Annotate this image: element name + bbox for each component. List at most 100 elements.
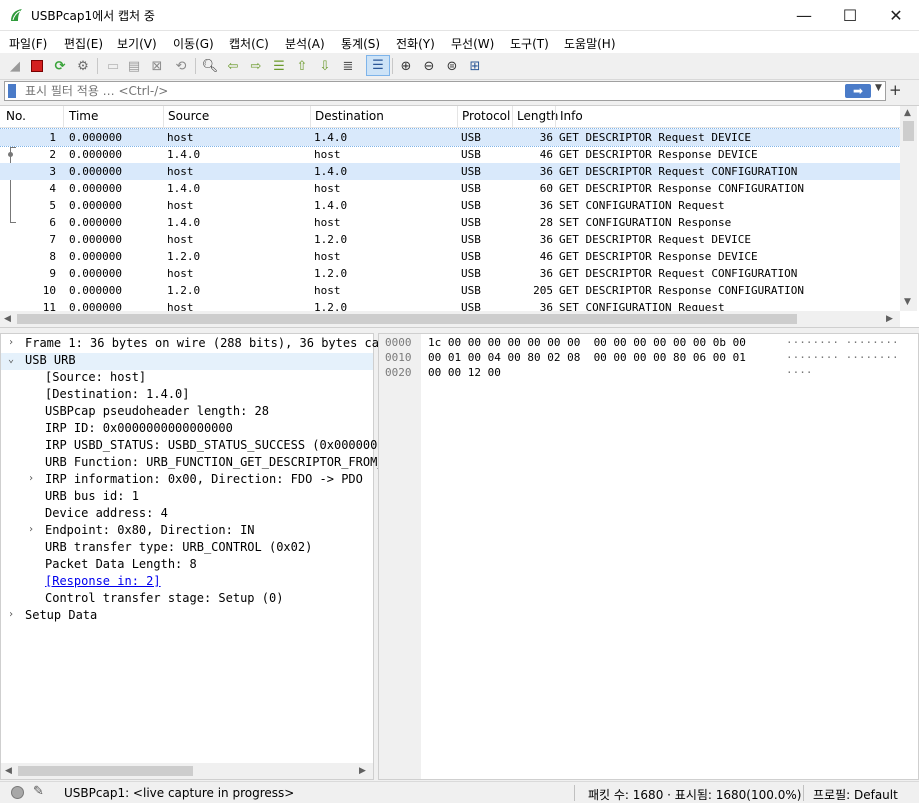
column-header-no[interactable]: No. <box>6 109 26 123</box>
menu-tools[interactable]: 도구(T) <box>510 35 549 52</box>
scroll-down-icon[interactable]: ▼ <box>904 297 911 307</box>
zoom-normal-icon[interactable]: ⊜ <box>443 57 461 75</box>
save-file-icon[interactable]: ▤ <box>125 57 143 75</box>
filter-history-dropdown-icon[interactable]: ▼ <box>875 83 882 93</box>
resize-columns-icon[interactable]: ⊞ <box>466 57 484 75</box>
detail-tree-item[interactable]: [Source: host] <box>1 370 373 387</box>
menu-wireless[interactable]: 무선(W) <box>451 35 494 52</box>
detail-tree-item[interactable]: › Setup Data <box>1 608 373 625</box>
collapse-chevron-icon[interactable]: ⌄ <box>8 354 14 365</box>
packet-row[interactable]: 9 0.000000 host 1.2.0 USB 36 GET DESCRIPTOR Re… <box>0 265 900 282</box>
column-header-length[interactable]: Length <box>517 109 558 123</box>
scroll-thumb[interactable] <box>903 121 914 141</box>
menu-file[interactable]: 파일(F) <box>9 35 47 52</box>
detail-tree-item[interactable]: URB Function: URB_FUNCTION_GET_DESCRIPTO… <box>1 455 385 472</box>
detail-tree-item[interactable]: › IRP information: 0x00, Direction: FDO -… <box>1 472 373 489</box>
go-first-packet-icon[interactable]: ⇧ <box>293 57 311 75</box>
column-header-time[interactable]: Time <box>69 109 98 123</box>
packet-row[interactable]: 4 0.000000 1.4.0 host USB 60 GET DESCRIPTOR Re… <box>0 180 900 197</box>
packet-row[interactable]: 3 0.000000 host 1.4.0 USB 36 GET DESCRIPTOR Re… <box>0 163 900 180</box>
stop-capture-icon[interactable] <box>28 57 46 75</box>
zoom-out-icon[interactable]: ⊖ <box>420 57 438 75</box>
menu-telephony[interactable]: 전화(Y) <box>396 35 435 52</box>
hex-bytes[interactable]: 1c 00 00 00 00 00 00 00 00 00 00 00 00 0… <box>428 336 746 349</box>
detail-tree-item[interactable]: URB bus id: 1 <box>1 489 373 506</box>
hex-ascii[interactable]: ········ ········ <box>786 336 899 349</box>
detail-tree-item[interactable]: [Response in: 2] <box>1 574 373 591</box>
menu-analyze[interactable]: 분석(A) <box>285 35 325 52</box>
hex-ascii[interactable]: ········ ········ <box>786 351 899 364</box>
hex-bytes[interactable]: 00 00 12 00 <box>428 366 501 379</box>
go-back-icon[interactable]: ⇦ <box>224 57 242 75</box>
hex-bytes[interactable]: 00 01 00 04 00 80 02 08 00 00 00 00 80 0… <box>428 351 746 364</box>
display-filter-input[interactable] <box>25 83 825 99</box>
bookmark-icon[interactable] <box>8 84 16 98</box>
scroll-right-icon[interactable]: ▶ <box>886 314 893 324</box>
detail-tree-item[interactable]: IRP ID: 0x0000000000000000 <box>1 421 373 438</box>
start-capture-icon[interactable]: ◢ <box>6 57 24 75</box>
maximize-button[interactable]: ☐ <box>827 0 873 31</box>
minimize-button[interactable]: — <box>781 0 827 31</box>
detail-tree-item[interactable]: Control transfer stage: Setup (0) <box>1 591 373 608</box>
column-header-destination[interactable]: Destination <box>315 109 384 123</box>
detail-link[interactable]: [Response in: 2] <box>45 574 161 588</box>
packet-row[interactable]: 10 0.000000 1.2.0 host USB 205 GET DESCRIPTOR … <box>0 282 900 299</box>
detail-tree-item[interactable]: › Endpoint: 0x80, Direction: IN <box>1 523 373 540</box>
capture-comment-icon[interactable]: ✎ <box>33 784 44 799</box>
packet-row[interactable]: 7 0.000000 host 1.2.0 USB 36 GET DESCRIPTOR Re… <box>0 231 900 248</box>
column-header-source[interactable]: Source <box>168 109 209 123</box>
detail-tree-item[interactable]: [Destination: 1.4.0] <box>1 387 373 404</box>
apply-filter-arrow-icon[interactable]: ➡ <box>845 84 871 98</box>
colorize-icon[interactable]: ☰ <box>366 55 390 76</box>
detail-tree-item[interactable]: URB transfer type: URB_CONTROL (0x02) <box>1 540 373 557</box>
packet-row[interactable]: 1 0.000000 host 1.4.0 USB 36 GET DESCRIPTOR Re… <box>0 128 901 147</box>
expand-chevron-icon[interactable]: › <box>28 473 34 484</box>
autoscroll-icon[interactable]: ≣ <box>339 57 357 75</box>
restart-capture-icon[interactable]: ⟳ <box>51 57 69 75</box>
packet-row[interactable]: 6 0.000000 1.4.0 host USB 28 SET CONFIGURATION… <box>0 214 900 231</box>
menu-go[interactable]: 이동(G) <box>173 35 214 52</box>
zoom-in-icon[interactable]: ⊕ <box>397 57 415 75</box>
expand-chevron-icon[interactable]: › <box>8 609 14 620</box>
go-to-packet-icon[interactable]: ☰ <box>270 57 288 75</box>
menu-capture[interactable]: 캡처(C) <box>229 35 269 52</box>
menu-statistics[interactable]: 통계(S) <box>341 35 380 52</box>
packet-row[interactable]: 2 0.000000 1.4.0 host USB 46 GET DESCRIPTOR Re… <box>0 146 900 163</box>
profile-text[interactable]: 프로필: Default <box>813 786 898 803</box>
close-file-icon[interactable]: ⊠ <box>148 57 166 75</box>
scroll-left-icon[interactable]: ◀ <box>4 314 11 324</box>
close-button[interactable]: ✕ <box>873 0 919 31</box>
hscroll-thumb[interactable] <box>18 766 193 776</box>
expert-info-icon[interactable] <box>11 786 24 799</box>
details-hscrollbar[interactable]: ◀ ▶ <box>1 763 373 779</box>
find-packet-icon[interactable]: 🔍︎ <box>201 57 219 75</box>
hex-ascii[interactable]: ···· <box>786 366 813 379</box>
detail-tree-item[interactable]: IRP USBD_STATUS: USBD_STATUS_SUCCESS (0x… <box>1 438 385 455</box>
packet-list-hscrollbar[interactable]: ◀ ▶ <box>0 311 900 327</box>
capture-options-icon[interactable]: ⚙ <box>74 57 92 75</box>
detail-tree-item[interactable]: Packet Data Length: 8 <box>1 557 373 574</box>
hscroll-thumb[interactable] <box>17 314 797 324</box>
reload-file-icon[interactable]: ⟲ <box>172 57 190 75</box>
menu-edit[interactable]: 편집(E) <box>64 35 103 52</box>
scroll-left-icon[interactable]: ◀ <box>5 766 12 776</box>
expand-chevron-icon[interactable]: › <box>8 337 14 348</box>
detail-tree-item[interactable]: ⌄ USB URB <box>1 353 373 370</box>
menu-view[interactable]: 보기(V) <box>117 35 157 52</box>
go-forward-icon[interactable]: ⇨ <box>247 57 265 75</box>
detail-tree-item[interactable]: Device address: 4 <box>1 506 373 523</box>
detail-tree-item[interactable]: USBPcap pseudoheader length: 28 <box>1 404 373 421</box>
packet-row[interactable]: 5 0.000000 host 1.4.0 USB 36 SET CONFIGURATION… <box>0 197 900 214</box>
scroll-up-icon[interactable]: ▲ <box>904 108 911 118</box>
go-last-packet-icon[interactable]: ⇩ <box>316 57 334 75</box>
open-file-icon[interactable]: ▭ <box>104 57 122 75</box>
column-header-protocol[interactable]: Protocol <box>462 109 510 123</box>
add-filter-button-icon[interactable]: + <box>889 81 902 99</box>
packet-list-vscrollbar[interactable]: ▲ ▼ <box>900 106 917 311</box>
menu-help[interactable]: 도움말(H) <box>564 35 616 52</box>
packet-row[interactable]: 8 0.000000 1.2.0 host USB 46 GET DESCRIPTOR Re… <box>0 248 900 265</box>
scroll-right-icon[interactable]: ▶ <box>359 766 366 776</box>
column-header-info[interactable]: Info <box>560 109 583 123</box>
expand-chevron-icon[interactable]: › <box>28 524 34 535</box>
detail-tree-item[interactable]: › Frame 1: 36 bytes on wire (288 bits), 3… <box>1 336 386 353</box>
